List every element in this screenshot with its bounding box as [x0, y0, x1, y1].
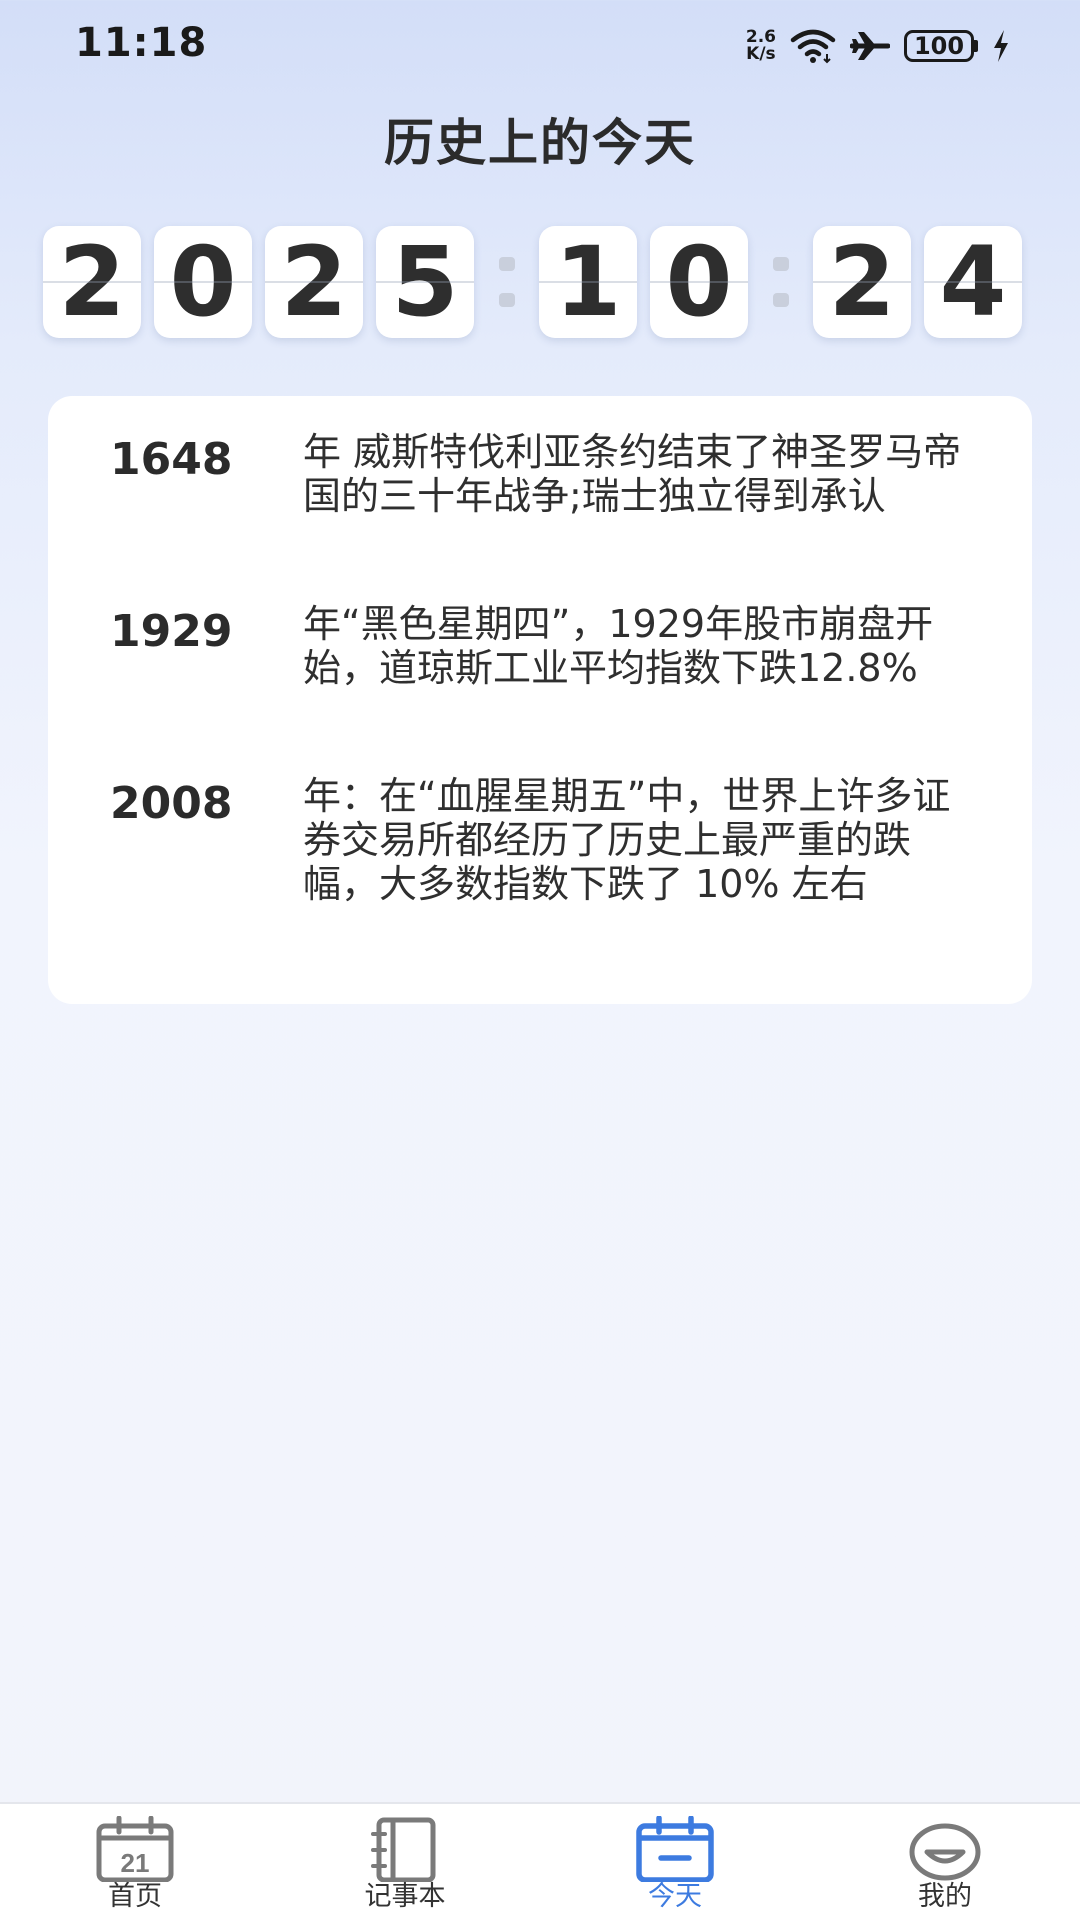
event-year: 1648 [110, 434, 233, 485]
day-digit: 4 [924, 226, 1022, 338]
event-year: 2008 [110, 778, 233, 829]
month-digit: 0 [650, 226, 748, 338]
nav-label: 今天 [648, 1881, 702, 1912]
nav-item-profile[interactable]: 我的 [845, 1804, 1045, 1920]
airplane-icon [850, 32, 890, 60]
event-text: 年 威斯特伐利亚条约结束了神圣罗马帝国的三十年战争;瑞士独立得到承认 [303, 430, 962, 518]
bottom-nav: 21 首页 记事本 今天 我的 [0, 1802, 1080, 1920]
network-speed-unit: K/s [746, 44, 776, 64]
year-digit: 2 [43, 226, 141, 338]
wifi-icon [790, 29, 836, 64]
event-item[interactable]: 1648 年 威斯特伐利亚条约结束了神圣罗马帝国的三十年战争;瑞士独立得到承认 [48, 430, 1032, 518]
status-icons: 2.6 K/s 100 [746, 24, 1010, 68]
year-digit: 5 [376, 226, 474, 338]
nav-label: 首页 [108, 1881, 162, 1912]
date-separator [748, 226, 800, 338]
calendar-21-icon: 21 [96, 1816, 174, 1882]
battery-icon: 100 [904, 30, 978, 62]
month-digit: 1 [539, 226, 637, 338]
nav-item-today[interactable]: 今天 [575, 1804, 775, 1920]
network-speed: 2.6 K/s [746, 29, 776, 63]
status-time: 11:18 [75, 20, 208, 66]
calendar-today-icon [636, 1816, 714, 1882]
flip-date: 2 0 2 5 1 0 2 4 [43, 226, 1022, 338]
events-card: 1648 年 威斯特伐利亚条约结束了神圣罗马帝国的三十年战争;瑞士独立得到承认 … [48, 396, 1032, 1004]
event-item[interactable]: 2008 年：在“血腥星期五”中，世界上许多证券交易所都经历了历史上最严重的跌幅… [48, 774, 1032, 906]
event-item[interactable]: 1929 年“黑色星期四”，1929年股市崩盘开始，道琼斯工业平均指数下跌12.… [48, 602, 1032, 690]
calendar-icon-number: 21 [121, 1848, 150, 1878]
year-digit: 0 [154, 226, 252, 338]
event-text: 年：在“血腥星期五”中，世界上许多证券交易所都经历了历史上最严重的跌幅，大多数指… [303, 774, 951, 906]
nav-item-notebook[interactable]: 记事本 [305, 1804, 505, 1920]
year-digit: 2 [265, 226, 363, 338]
nav-item-home[interactable]: 21 首页 [35, 1804, 235, 1920]
notebook-icon [371, 1817, 436, 1882]
date-separator [474, 226, 526, 338]
event-text: 年“黑色星期四”，1929年股市崩盘开始，道琼斯工业平均指数下跌12.8% [303, 602, 934, 690]
battery-level: 100 [904, 30, 974, 62]
page-title: 历史上的今天 [384, 114, 696, 172]
charging-icon [994, 30, 1008, 62]
day-digit: 2 [813, 226, 911, 338]
nav-label: 记事本 [364, 1881, 446, 1912]
nav-label: 我的 [918, 1881, 972, 1912]
status-bar: 11:18 2.6 K/s 100 [0, 0, 1080, 90]
event-year: 1929 [110, 606, 233, 657]
battery-tip [974, 40, 978, 52]
profile-face-icon [909, 1823, 981, 1881]
